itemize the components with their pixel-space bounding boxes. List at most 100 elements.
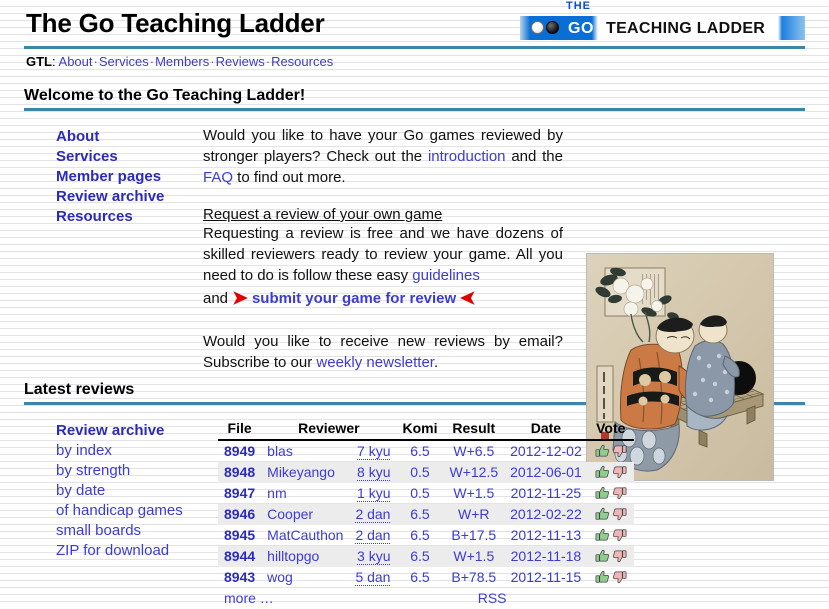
cell-date[interactable]: 2012-11-18: [504, 546, 588, 567]
reviewer-link[interactable]: wog: [267, 569, 293, 585]
cell-date[interactable]: 2012-12-02: [504, 440, 588, 462]
nav-item-services[interactable]: Services: [99, 54, 149, 69]
cell-vote[interactable]: [588, 440, 634, 462]
submit-game-link[interactable]: submit your game for review: [252, 290, 456, 307]
cell-vote[interactable]: [587, 546, 634, 567]
reviewer-link[interactable]: Mikeyango: [267, 464, 335, 480]
vote-up-icon[interactable]: [594, 464, 611, 480]
reviewer-link[interactable]: hilltopgo: [267, 548, 319, 564]
vote-down-icon[interactable]: [611, 548, 628, 564]
column-header-vote[interactable]: Vote: [587, 419, 634, 441]
sidebar-by-index[interactable]: by index: [56, 441, 221, 461]
reviewer-link[interactable]: Cooper: [267, 506, 313, 522]
cell-date[interactable]: 2012-02-22: [504, 504, 588, 525]
cell-date[interactable]: 2012-06-01: [504, 462, 588, 483]
reviewer-link[interactable]: blas: [267, 443, 293, 459]
vote-down-icon[interactable]: [611, 527, 628, 543]
reviewer-link[interactable]: MatCauthon: [267, 527, 343, 543]
nav-brand: GTL: [26, 54, 52, 69]
sidebar-item-member-pages[interactable]: Member pages: [56, 167, 206, 187]
cell-file[interactable]: 8949: [218, 440, 261, 462]
table-row: 8945 MatCauthon 2 dan 6.5 B+17.5 2012-11-13: [218, 525, 634, 546]
sidebar-item-resources[interactable]: Resources: [56, 207, 206, 227]
file-link[interactable]: 8944: [224, 548, 255, 564]
sidebar-item-review-archive[interactable]: Review archive: [56, 187, 206, 207]
sidebar-zip-download[interactable]: ZIP for download: [56, 541, 221, 561]
nav-item-reviews[interactable]: Reviews: [216, 54, 265, 69]
more-link[interactable]: more …: [224, 590, 274, 606]
cell-reviewer[interactable]: Mikeyango: [261, 462, 350, 483]
date-link[interactable]: 2012-11-18: [511, 548, 582, 564]
vote-down-icon[interactable]: [611, 506, 628, 522]
rss-link-cell: RSS: [396, 588, 587, 609]
file-link[interactable]: 8949: [224, 443, 255, 459]
date-link[interactable]: 2012-02-22: [510, 506, 582, 522]
nav-item-members[interactable]: Members: [155, 54, 209, 69]
column-header-date[interactable]: Date: [504, 419, 588, 441]
faq-link[interactable]: FAQ: [203, 169, 233, 186]
cell-vote[interactable]: [587, 462, 634, 483]
column-header-reviewer[interactable]: Reviewer: [261, 419, 397, 441]
vote-down-icon[interactable]: [611, 464, 628, 480]
sidebar-handicap-games[interactable]: of handicap games: [56, 501, 221, 521]
cell-reviewer[interactable]: nm: [261, 483, 349, 504]
file-link[interactable]: 8947: [224, 485, 255, 501]
introduction-link[interactable]: introduction: [428, 148, 506, 165]
cell-file[interactable]: 8948: [218, 462, 262, 483]
nav-item-about[interactable]: About: [59, 54, 93, 69]
date-link[interactable]: 2012-12-02: [510, 443, 582, 459]
cell-vote[interactable]: [588, 567, 634, 588]
sidebar-small-boards[interactable]: small boards: [56, 521, 221, 541]
vote-down-icon[interactable]: [611, 569, 628, 585]
date-link[interactable]: 2012-11-25: [511, 485, 582, 501]
file-link[interactable]: 8945: [224, 527, 255, 543]
rss-link[interactable]: RSS: [478, 590, 507, 606]
column-header-komi[interactable]: Komi: [396, 419, 444, 441]
cell-file[interactable]: 8946: [218, 504, 262, 525]
file-link[interactable]: 8948: [224, 464, 255, 480]
vote-down-icon[interactable]: [611, 485, 628, 501]
column-header-file[interactable]: File: [218, 419, 262, 441]
black-stone-icon: [546, 21, 559, 34]
vote-up-icon[interactable]: [594, 443, 611, 459]
date-link[interactable]: 2012-11-13: [511, 527, 582, 543]
cell-reviewer[interactable]: hilltopgo: [261, 546, 350, 567]
cell-file[interactable]: 8947: [218, 483, 261, 504]
sidebar-review-archive-heading[interactable]: Review archive: [56, 421, 221, 441]
cell-date[interactable]: 2012-11-13: [504, 525, 588, 546]
column-header-result[interactable]: Result: [443, 419, 505, 441]
vote-up-icon[interactable]: [594, 569, 611, 585]
guidelines-link[interactable]: guidelines: [412, 267, 480, 284]
reviewer-link[interactable]: nm: [267, 485, 286, 501]
file-link[interactable]: 8946: [224, 506, 255, 522]
vote-down-icon[interactable]: [611, 443, 628, 459]
sidebar-item-about[interactable]: About: [56, 127, 206, 147]
sidebar-by-date[interactable]: by date: [56, 481, 221, 501]
date-link[interactable]: 2012-11-15: [511, 569, 582, 585]
cell-reviewer[interactable]: MatCauthon: [261, 525, 349, 546]
cell-vote[interactable]: [588, 525, 634, 546]
cell-file[interactable]: 8943: [218, 567, 261, 588]
weekly-newsletter-link[interactable]: weekly newsletter: [316, 354, 434, 371]
latest-reviews-table: File Reviewer Komi Result Date Vote 8949…: [218, 419, 634, 609]
sidebar-by-strength[interactable]: by strength: [56, 461, 221, 481]
vote-up-icon[interactable]: [594, 548, 611, 564]
cell-date[interactable]: 2012-11-15: [504, 567, 588, 588]
file-link[interactable]: 8943: [224, 569, 255, 585]
cell-reviewer[interactable]: wog: [261, 567, 349, 588]
cell-reviewer[interactable]: blas: [261, 440, 349, 462]
vote-up-icon[interactable]: [594, 506, 611, 522]
cell-komi: 6.5: [410, 443, 430, 459]
sidebar-item-services[interactable]: Services: [56, 147, 206, 167]
nav-item-resources[interactable]: Resources: [271, 54, 333, 69]
cell-vote[interactable]: [587, 504, 634, 525]
date-link[interactable]: 2012-06-01: [510, 464, 582, 480]
white-stone-icon: [531, 21, 544, 34]
cell-file[interactable]: 8945: [218, 525, 261, 546]
cell-file[interactable]: 8944: [218, 546, 262, 567]
vote-up-icon[interactable]: [594, 485, 611, 501]
cell-date[interactable]: 2012-11-25: [504, 483, 588, 504]
vote-up-icon[interactable]: [594, 527, 611, 543]
cell-reviewer[interactable]: Cooper: [261, 504, 350, 525]
cell-vote[interactable]: [588, 483, 634, 504]
